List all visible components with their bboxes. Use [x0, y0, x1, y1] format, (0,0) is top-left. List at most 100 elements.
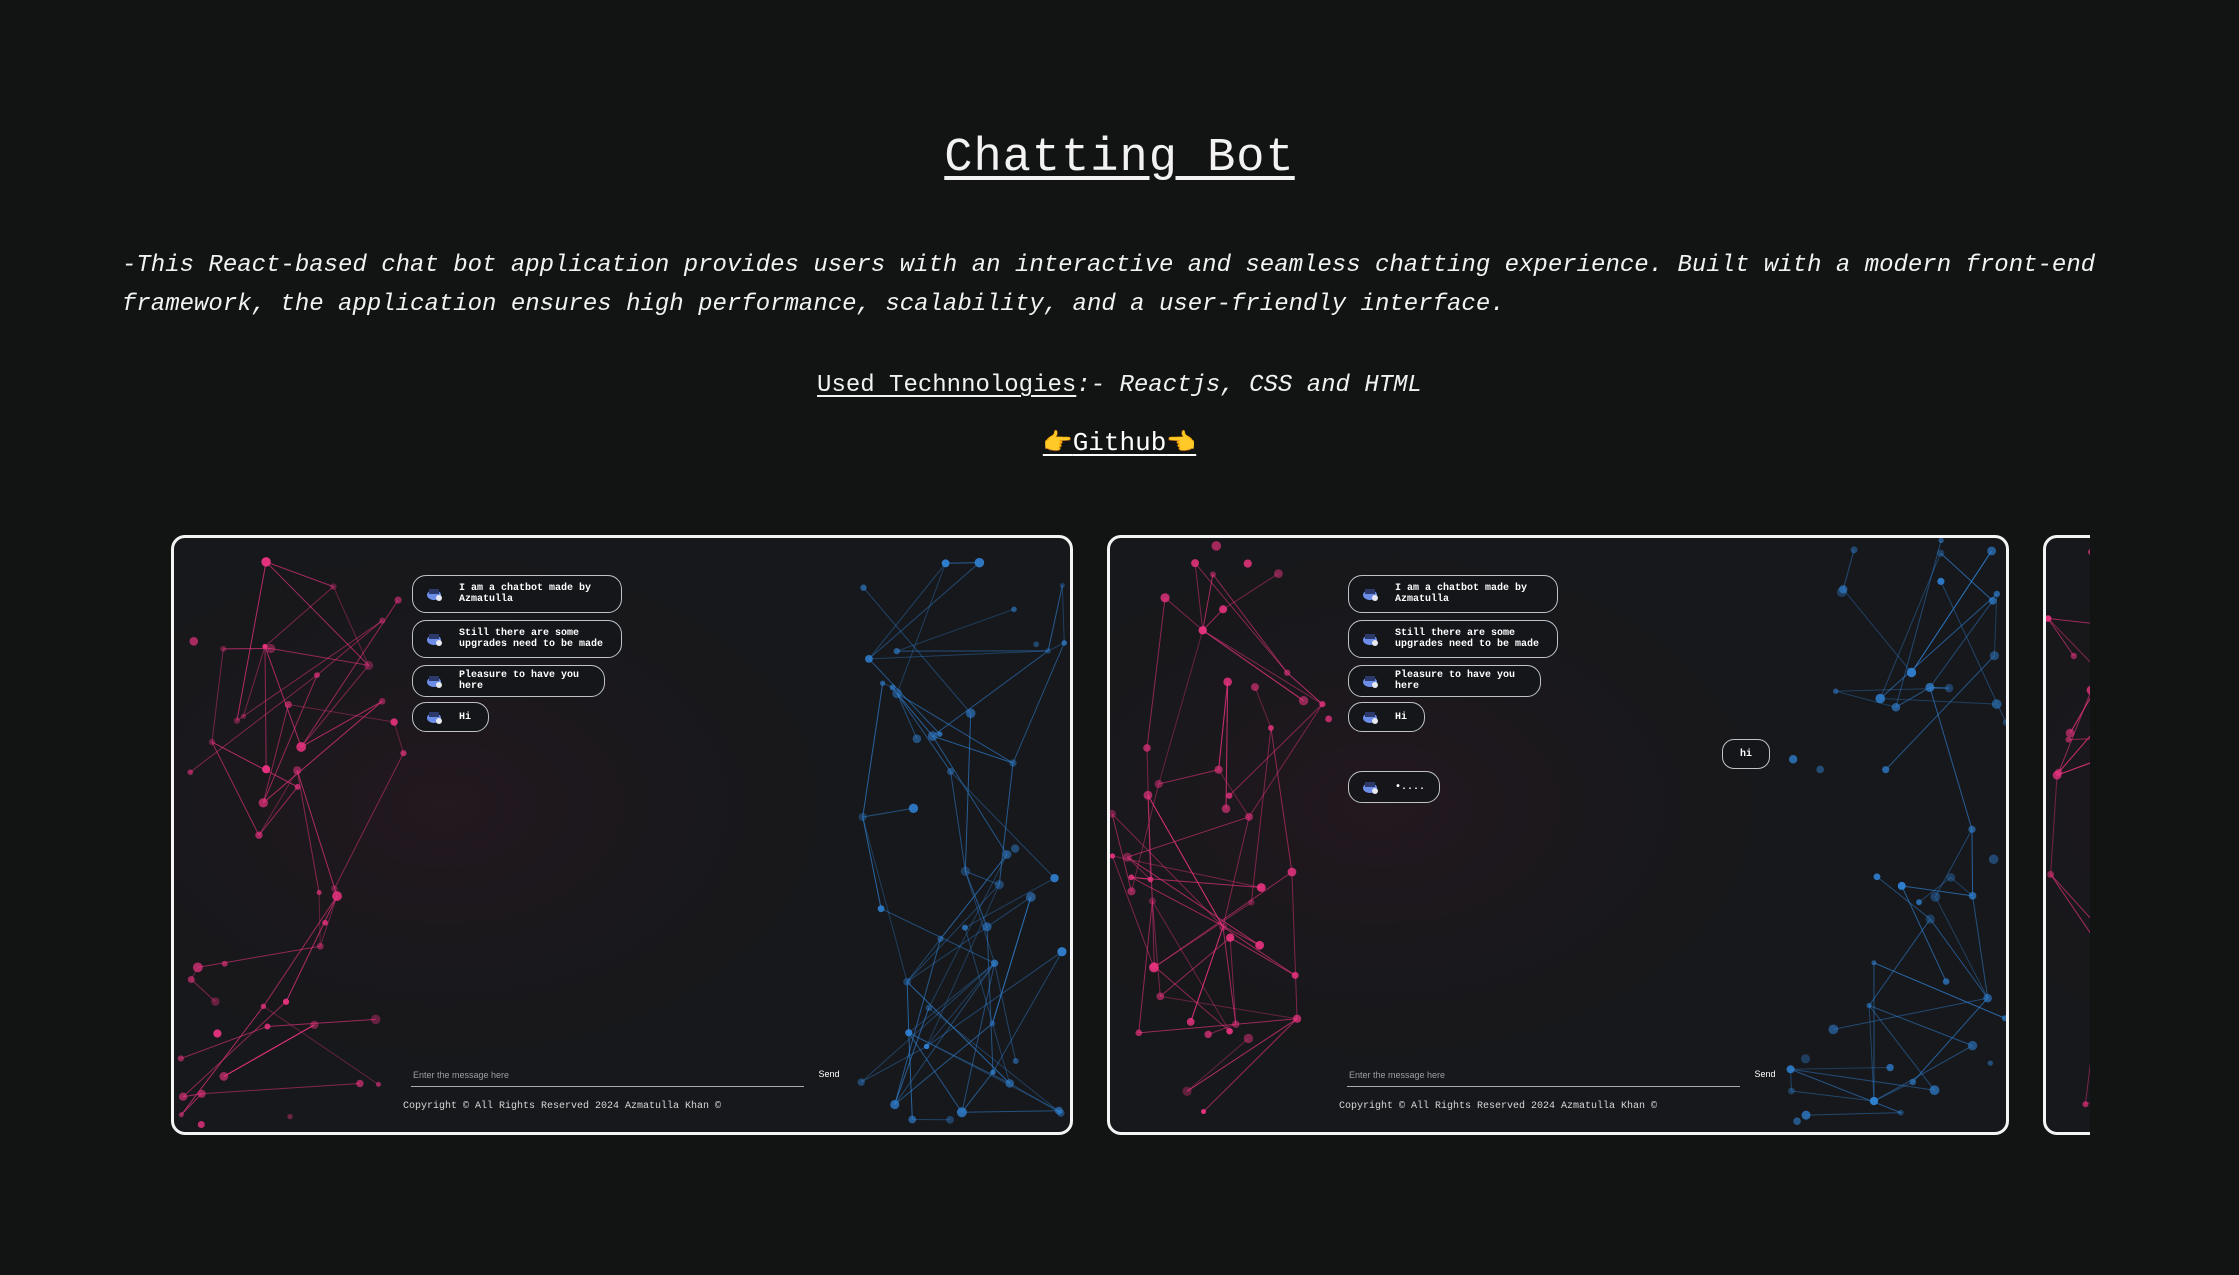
network-node — [1243, 559, 1252, 568]
pointing-left-hand-icon: 👈 — [1166, 428, 1197, 456]
network-node — [1232, 1020, 1240, 1028]
network-background — [174, 538, 1070, 1132]
network-node — [893, 647, 900, 655]
bot-message: Hi — [412, 702, 489, 732]
network-node — [1211, 541, 1222, 551]
network-node — [1025, 892, 1036, 902]
network-node — [1866, 1002, 1872, 1009]
network-node — [912, 734, 922, 744]
network-node — [937, 731, 943, 737]
network-node — [927, 731, 938, 741]
network-node — [1816, 765, 1824, 774]
network-node — [1967, 1040, 1978, 1051]
network-node — [1788, 755, 1798, 764]
network-node — [1045, 647, 1052, 654]
network-node — [1283, 669, 1291, 676]
bot-avatar-icon — [1361, 673, 1381, 689]
pointing-right-hand-icon: 👉 — [1042, 428, 1073, 456]
screenshot-slide-3[interactable] — [2043, 535, 2090, 1135]
network-node — [293, 766, 302, 775]
network-node — [375, 1081, 381, 1087]
network-node — [1993, 590, 2001, 598]
network-node — [1925, 914, 1935, 924]
network-node — [1906, 667, 1917, 678]
network-node — [294, 783, 301, 790]
network-node — [1291, 971, 1299, 979]
network-node — [961, 924, 968, 931]
network-node — [1225, 933, 1235, 942]
send-button[interactable]: Send — [1742, 1062, 1788, 1086]
network-node — [1143, 790, 1153, 800]
network-node — [1061, 640, 1068, 646]
network-node — [1221, 804, 1231, 814]
network-node — [974, 557, 985, 568]
network-node — [1292, 1014, 1302, 1023]
network-node — [211, 997, 220, 1006]
network-node — [1012, 1058, 1019, 1065]
network-node — [892, 688, 903, 699]
network-node — [378, 698, 386, 705]
network-node — [1988, 596, 1997, 605]
network-node — [1828, 1024, 1839, 1035]
network-node — [2082, 1101, 2089, 1108]
network-node — [1149, 962, 1159, 973]
network-node — [197, 1121, 205, 1129]
network-node — [1833, 688, 1839, 694]
network-node — [1226, 792, 1233, 799]
network-node — [310, 1020, 319, 1029]
network-node — [1255, 940, 1265, 950]
network-node — [1801, 1110, 1811, 1120]
network-node — [260, 1003, 267, 1010]
technologies-value: :- Reactjs, CSS and HTML — [1076, 372, 1422, 399]
network-node — [1009, 759, 1017, 767]
send-button[interactable]: Send — [806, 1062, 852, 1086]
bot-message: Still there are some upgrades need to be… — [1348, 620, 1558, 658]
network-node — [189, 636, 199, 646]
network-node — [1319, 701, 1326, 708]
network-node — [178, 1112, 184, 1118]
screenshot-slide-2[interactable]: I am a chatbot made by Azmatulla Still t… — [1107, 535, 2009, 1135]
network-node — [390, 718, 398, 726]
bot-message: I am a chatbot made by Azmatulla — [1348, 575, 1558, 613]
network-node — [1871, 960, 1877, 966]
network-node — [1882, 766, 1890, 774]
network-node — [1937, 577, 1945, 585]
bot-avatar-icon — [425, 586, 445, 602]
network-node — [2070, 652, 2078, 660]
network-node — [1033, 641, 1040, 648]
network-node — [1128, 874, 1135, 881]
github-link[interactable]: 👉Github👈 — [1043, 428, 1196, 458]
network-node — [1191, 559, 1200, 568]
network-line — [945, 562, 980, 564]
message-input[interactable]: Enter the message here — [411, 1065, 804, 1087]
network-background — [1110, 538, 2006, 1132]
network-node — [1160, 593, 1170, 603]
network-node — [860, 584, 867, 591]
network-node — [2047, 870, 2055, 878]
network-node — [379, 617, 386, 624]
network-node — [990, 959, 999, 967]
network-node — [908, 1115, 917, 1124]
bot-message: I am a chatbot made by Azmatulla — [412, 575, 622, 613]
network-node — [332, 891, 342, 901]
network-node — [937, 935, 944, 943]
network-node — [266, 643, 276, 654]
network-node — [208, 738, 216, 746]
network-node — [1268, 725, 1274, 731]
screenshot-carousel[interactable]: I am a chatbot made by Azmatulla Still t… — [168, 535, 2090, 1136]
message-input[interactable]: Enter the message here — [1347, 1065, 1740, 1087]
network-node — [858, 812, 867, 822]
network-node — [1127, 887, 1136, 896]
network-node — [1148, 897, 1156, 905]
screenshot-slide-1[interactable]: I am a chatbot made by Azmatulla Still t… — [171, 535, 1073, 1135]
network-node — [1987, 1060, 1994, 1066]
bot-avatar-icon — [425, 631, 445, 647]
network-node — [994, 880, 1004, 890]
network-node — [946, 767, 955, 776]
network-node — [1968, 892, 1977, 900]
network-background — [2046, 538, 2090, 1132]
network-node — [284, 700, 292, 709]
network-node — [1154, 779, 1163, 789]
network-node — [178, 1092, 188, 1101]
bot-avatar-icon — [425, 709, 445, 725]
